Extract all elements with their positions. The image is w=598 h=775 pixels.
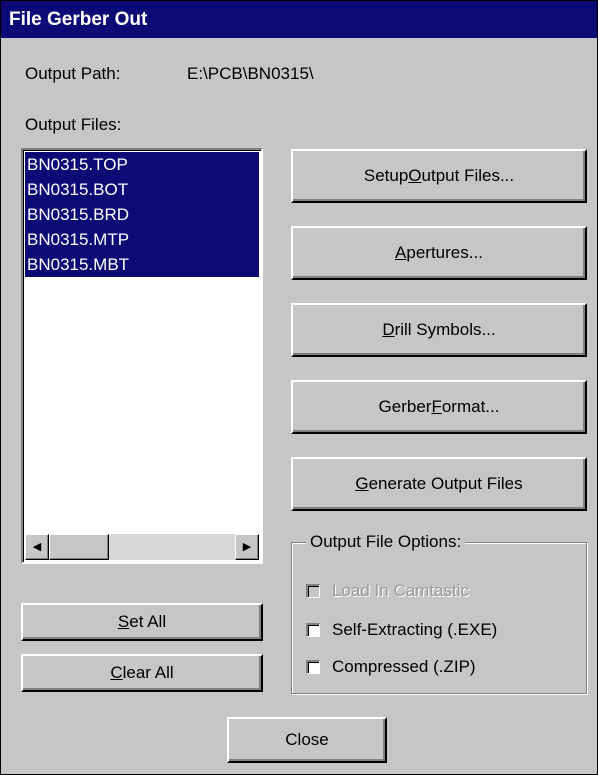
self-extracting-checkbox[interactable] [306, 623, 320, 637]
horizontal-scrollbar[interactable]: ◀ ▶ [25, 534, 259, 560]
scroll-right-arrow-icon[interactable]: ▶ [235, 534, 259, 560]
setup-output-files-label-pre: Setup [363, 166, 409, 185]
drill-symbols-accelerator: D [382, 320, 395, 339]
load-in-camtastic-option: Load In Camtastic [306, 581, 469, 601]
generate-output-files-accelerator: G [355, 474, 369, 493]
load-in-camtastic-label: Load In Camtastic [332, 581, 470, 600]
clear-all-label-post: lear All [122, 663, 174, 682]
gerber-format-accelerator: F [431, 397, 442, 416]
list-item[interactable]: BN0315.TOP [25, 152, 259, 177]
gerber-format-label-pre: Gerber [378, 397, 432, 416]
gerber-format-label-post: ormat... [441, 397, 500, 416]
output-file-options-title: Output File Options: [306, 532, 466, 552]
output-files-label: Output Files: [25, 115, 122, 134]
apertures-accelerator: A [395, 243, 407, 262]
setup-output-files-label-post: utput Files... [421, 166, 515, 185]
generate-output-files-button[interactable]: Generate Output Files [291, 457, 587, 511]
list-item[interactable]: BN0315.BRD [25, 202, 259, 227]
compressed-checkbox[interactable] [306, 660, 320, 674]
scroll-left-arrow-icon[interactable]: ◀ [25, 534, 49, 560]
output-path-label: Output Path: [25, 64, 121, 83]
dialog-title: File Gerber Out [1, 1, 597, 38]
drill-symbols-button[interactable]: Drill Symbols... [291, 303, 587, 357]
apertures-label-post: pertures... [406, 243, 483, 262]
set-all-label-post: et All [129, 612, 167, 631]
output-file-options-group: Output File Options: Load In Camtastic S… [291, 532, 587, 694]
output-files-listbox[interactable]: BN0315.TOP BN0315.BOT BN0315.BRD BN0315.… [21, 148, 263, 564]
generate-output-files-label-post: enerate Output Files [368, 474, 523, 493]
list-item[interactable]: BN0315.BOT [25, 177, 259, 202]
self-extracting-option[interactable]: Self-Extracting (.EXE) [306, 620, 497, 640]
list-item[interactable]: BN0315.MBT [25, 252, 259, 277]
close-button[interactable]: Close [227, 717, 387, 763]
file-gerber-out-dialog: File Gerber Out Output Path: E:\PCB\BN03… [0, 0, 598, 775]
setup-output-files-button[interactable]: Setup Output Files... [291, 149, 587, 203]
apertures-button[interactable]: Apertures... [291, 226, 587, 280]
scrollbar-thumb[interactable] [49, 534, 109, 560]
set-all-accelerator: S [117, 612, 130, 631]
setup-output-files-accelerator: O [408, 166, 422, 185]
clear-all-accelerator: C [110, 663, 123, 682]
gerber-format-button[interactable]: Gerber Format... [291, 380, 587, 434]
load-in-camtastic-checkbox [306, 584, 320, 598]
compressed-label[interactable]: Compressed (.ZIP) [332, 657, 476, 677]
drill-symbols-label-post: rill Symbols... [394, 320, 496, 339]
clear-all-button[interactable]: Clear All [21, 654, 263, 692]
set-all-button[interactable]: Set All [21, 603, 263, 641]
compressed-option[interactable]: Compressed (.ZIP) [306, 657, 476, 677]
output-path-value: E:\PCB\BN0315\ [187, 64, 314, 83]
output-files-list: BN0315.TOP BN0315.BOT BN0315.BRD BN0315.… [25, 152, 259, 277]
list-item[interactable]: BN0315.MTP [25, 227, 259, 252]
self-extracting-label[interactable]: Self-Extracting (.EXE) [332, 620, 497, 640]
